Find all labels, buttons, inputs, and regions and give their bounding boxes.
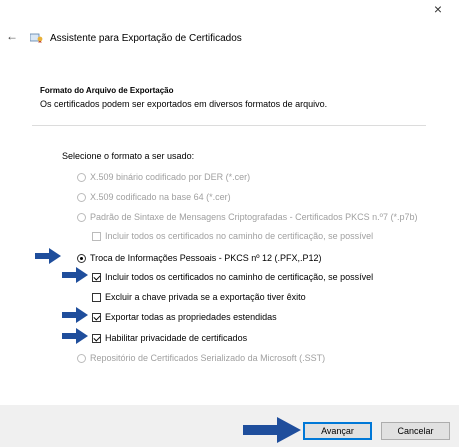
option-label: Incluir todos os certificados no caminho… — [105, 231, 374, 241]
option-pkcs7: Padrão de Sintaxe de Mensagens Criptogra… — [77, 212, 417, 222]
close-icon[interactable]: × — [434, 2, 442, 16]
divider — [32, 125, 426, 126]
option-pfx[interactable]: Troca de Informações Pessoais - PKCS nº … — [77, 253, 322, 263]
format-prompt: Selecione o formato a ser usado: — [62, 151, 195, 161]
option-pkcs7-include-all: Incluir todos os certificados no caminho… — [92, 231, 373, 241]
option-pfx-include-all[interactable]: Incluir todos os certificados no caminho… — [92, 272, 373, 282]
radio-button — [77, 353, 86, 363]
option-sst: Repositório de Certificados Serializado … — [77, 353, 325, 363]
checkbox[interactable] — [92, 292, 101, 302]
option-label: X.509 codificado na base 64 (*.cer) — [90, 192, 231, 202]
section-heading: Formato do Arquivo de Exportação — [40, 86, 174, 95]
checkbox[interactable] — [92, 272, 101, 282]
pointer-arrow-icon — [62, 267, 88, 283]
option-enable-privacy[interactable]: Habilitar privacidade de certificados — [92, 333, 247, 343]
radio-button[interactable] — [77, 253, 86, 263]
option-label: Excluir a chave privada se a exportação … — [105, 292, 306, 302]
option-label: X.509 binário codificado por DER (*.cer) — [90, 172, 251, 182]
radio-button — [77, 192, 86, 202]
radio-button — [77, 212, 86, 222]
pointer-arrow-icon — [62, 328, 88, 344]
option-label: Repositório de Certificados Serializado … — [90, 353, 326, 363]
cancel-button[interactable]: Cancelar — [381, 422, 450, 440]
option-label: Habilitar privacidade de certificados — [105, 333, 248, 343]
certificate-wizard-icon — [30, 33, 43, 43]
option-delete-private-key[interactable]: Excluir a chave privada se a exportação … — [92, 292, 306, 302]
pointer-arrow-icon — [35, 248, 61, 264]
checkbox[interactable] — [92, 312, 101, 322]
option-base64: X.509 codificado na base 64 (*.cer) — [77, 192, 231, 202]
section-description: Os certificados podem ser exportados em … — [40, 99, 328, 109]
pointer-arrow-icon — [62, 307, 88, 323]
radio-button — [77, 172, 86, 182]
pointer-arrow-icon — [243, 417, 301, 443]
option-export-extended-properties[interactable]: Exportar todas as propriedades estendida… — [92, 312, 277, 322]
checkbox[interactable] — [92, 333, 101, 343]
next-button[interactable]: Avançar — [303, 422, 372, 440]
option-label: Troca de Informações Pessoais - PKCS nº … — [90, 253, 322, 263]
checkbox — [92, 231, 101, 241]
option-der: X.509 binário codificado por DER (*.cer) — [77, 172, 250, 182]
option-label: Exportar todas as propriedades estendida… — [105, 312, 277, 322]
back-arrow-icon[interactable]: ← — [6, 29, 18, 43]
option-label: Padrão de Sintaxe de Mensagens Criptogra… — [90, 212, 418, 222]
wizard-title: Assistente para Exportação de Certificad… — [50, 33, 242, 44]
option-label: Incluir todos os certificados no caminho… — [105, 272, 374, 282]
